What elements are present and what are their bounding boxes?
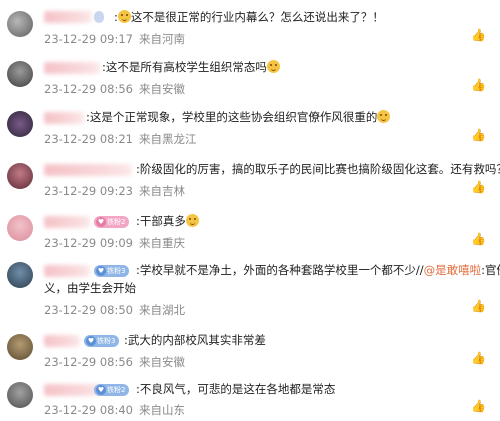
comment-item: ♥ 铁粉2 :不良风气，可悲的是这在各地都是常态 23-12-29 08:40 来自…: [0, 376, 500, 421]
comment-text: :不良风气，可悲的是这在各地都是常态: [136, 382, 336, 396]
smile-emoji-icon: [266, 60, 280, 73]
comment-item: :这是个正常现象，学校里的这些协会组织官僚作风很重的 23-12-29 08:2…: [0, 104, 500, 150]
username-blurred[interactable]: [44, 62, 100, 74]
comment-text: :阶级固化的厉害，搞的取乐子的民间比赛也搞阶级固化这套。还有救吗？: [136, 162, 500, 176]
username-blurred[interactable]: [44, 216, 90, 228]
comment-text-line2: 义，由学生会开始: [44, 281, 136, 295]
thumbs-up-icon[interactable]: 👍: [471, 232, 486, 246]
comment-text: :这不是所有高校学生组织常态吗: [102, 57, 280, 77]
avatar[interactable]: [7, 334, 33, 360]
fan-badge: ♥ 铁粉3: [94, 265, 130, 277]
comment-item: :这不是所有高校学生组织常态吗 23-12-29 08:56 来自安徽 👍: [0, 54, 500, 100]
comment-meta: 23-12-29 09:17 来自河南: [44, 32, 185, 46]
thumbs-up-icon[interactable]: 👍: [471, 180, 486, 194]
comment-item: : 这不是很正常的行业内幕么？怎么还说出来了？！ 23-12-29 09:17 来自…: [0, 4, 500, 50]
comment-meta: 23-12-29 09:23 来自吉林: [44, 184, 185, 198]
fan-badge-icon: ♥: [96, 385, 106, 395]
fan-badge-icon: ♥: [86, 336, 96, 346]
comment-meta: 23-12-29 08:21 来自黑龙江: [44, 132, 197, 146]
thumbs-up-icon[interactable]: 👍: [471, 128, 486, 142]
comment-text: : 这不是很正常的行业内幕么？怎么还说出来了？！: [114, 10, 384, 24]
fan-badge: [94, 11, 104, 23]
comment-meta: 23-12-29 08:56 来自安徽: [44, 82, 185, 96]
username-blurred[interactable]: [44, 335, 80, 347]
comment-text: :学校早就不是净土，外面的各种套路学校里一个都不少//@是敢嘻啦:官僚主: [136, 263, 500, 277]
fan-badge: ♥ 铁粉3: [84, 335, 120, 347]
thumbs-up-icon[interactable]: 👍: [471, 351, 486, 365]
comment-item: :阶级固化的厉害，搞的取乐子的民间比赛也搞阶级固化这套。还有救吗？ 23-12-…: [0, 156, 500, 202]
avatar[interactable]: [7, 111, 33, 137]
avatar[interactable]: [7, 61, 33, 87]
avatar[interactable]: [7, 382, 33, 408]
username-blurred[interactable]: [44, 265, 90, 277]
comment-item: ♥ 铁粉3 :武大的内部校风其实非常差 23-12-29 08:56 来自安徽 👍: [0, 328, 500, 374]
fan-badge: ♥ 铁粉2: [94, 384, 130, 396]
avatar[interactable]: [7, 262, 33, 288]
thumbs-up-icon[interactable]: 👍: [471, 78, 486, 92]
thumbs-up-icon[interactable]: 👍: [471, 399, 486, 413]
avatar[interactable]: [7, 163, 33, 189]
comment-meta: 23-12-29 08:40 来自山东: [44, 403, 185, 417]
username-blurred[interactable]: [44, 112, 84, 124]
avatar[interactable]: [7, 11, 33, 37]
smile-emoji-icon: [117, 10, 131, 23]
username-blurred[interactable]: [44, 164, 132, 176]
comment-item: ♥ 铁粉2 :干部真多 23-12-29 09:09 来自重庆 👍: [0, 208, 500, 254]
comment-meta: 23-12-29 08:56 来自安徽: [44, 355, 185, 369]
comment-text: :武大的内部校风其实非常差: [124, 333, 266, 347]
username-blurred[interactable]: [44, 11, 92, 23]
fan-badge-icon: ♥: [96, 266, 106, 276]
fan-badge-icon: ♥: [96, 217, 106, 227]
avatar[interactable]: [7, 215, 33, 241]
fan-badge: ♥ 铁粉2: [94, 216, 130, 228]
thumbs-up-icon[interactable]: 👍: [471, 28, 486, 42]
mention-link[interactable]: @是敢嘻啦: [424, 263, 482, 277]
thumbs-up-icon[interactable]: 👍: [471, 299, 486, 313]
smile-emoji-icon: [377, 110, 391, 123]
comment-meta: 23-12-29 09:09 来自重庆: [44, 236, 185, 250]
comment-text: :这是个正常现象，学校里的这些协会组织官僚作风很重的: [86, 107, 391, 127]
smile-emoji-icon: [185, 214, 199, 227]
comment-item: ♥铁粉3 :学校早就不是净土，外面的各种套路学校里一个都不少//@是敢嘻啦:官僚…: [0, 258, 500, 322]
comment-meta: 23-12-29 08:50 来自湖北: [44, 303, 185, 317]
comment-text: :干部真多: [136, 211, 199, 231]
